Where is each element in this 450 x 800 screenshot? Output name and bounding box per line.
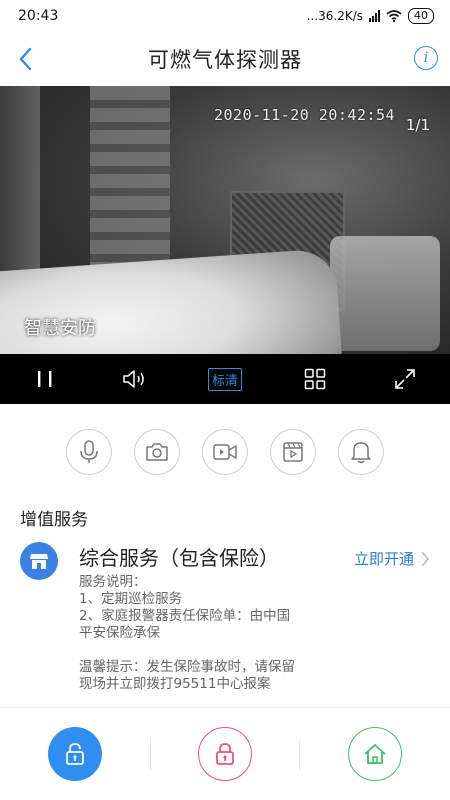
signal-icon <box>369 10 380 22</box>
screenshot-button[interactable] <box>134 429 180 475</box>
wifi-icon <box>386 10 402 22</box>
desc-line: 服务说明： <box>79 574 147 590</box>
desc-line: 平安保险承保 <box>79 625 160 641</box>
fullscreen-button[interactable] <box>375 354 435 404</box>
chevron-left-icon <box>19 47 32 71</box>
service-card: 综合服务（包含保险） 立即开通 服务说明： 1、定期巡检服务 2、家庭报警器责任… <box>0 534 450 704</box>
fullscreen-icon <box>395 369 415 389</box>
volume-icon <box>123 370 144 388</box>
title-bar: 可燃气体探测器 i <box>0 32 450 86</box>
video-watermark: 智慧安防 <box>24 318 96 339</box>
desc-line: 2、家庭报警器责任保险单：由中国 <box>79 608 291 624</box>
service-name: 综合服务（包含保险） <box>79 546 279 570</box>
activate-label: 立即开通 <box>353 550 414 568</box>
video-scene-box <box>330 236 440 351</box>
playback-icon <box>283 442 303 462</box>
quality-button[interactable]: 标清 <box>195 354 255 404</box>
lock-arm-icon <box>216 743 234 765</box>
camera-icon <box>146 443 168 461</box>
desc-line: 现场并立即拨打95511中心报案 <box>79 676 271 692</box>
info-icon: i <box>423 50 429 66</box>
video-record-icon <box>213 444 237 460</box>
battery-indicator: 40 <box>408 8 434 24</box>
desc-line: 温馨提示：发生保险事故时，请保留 <box>79 659 295 675</box>
bell-icon <box>351 442 371 464</box>
service-description: 服务说明： 1、定期巡检服务 2、家庭报警器责任保险单：由中国 平安保险承保 温… <box>79 574 349 693</box>
activate-button[interactable]: 立即开通 <box>354 548 430 569</box>
arm-button[interactable] <box>198 727 252 781</box>
page-title: 可燃气体探测器 <box>148 48 302 72</box>
lock-disarm-icon <box>66 743 84 765</box>
status-indicators: ...36.2K/s 40 <box>307 8 434 24</box>
pause-button[interactable] <box>15 354 75 404</box>
section-title: 增值服务 <box>20 510 88 530</box>
playback-button[interactable] <box>270 429 316 475</box>
video-scene-shelf <box>0 86 40 286</box>
home-mode-button[interactable] <box>348 727 402 781</box>
video-timestamp: 2020-11-20 20:42:54 <box>214 106 396 124</box>
volume-button[interactable] <box>105 354 165 404</box>
player-controls: 标清 <box>0 354 450 404</box>
microphone-icon <box>80 440 98 463</box>
back-button[interactable] <box>8 42 42 76</box>
talk-button[interactable] <box>66 429 112 475</box>
info-button[interactable]: i <box>414 46 438 70</box>
desc-line: 1、定期巡检服务 <box>79 591 183 607</box>
store-icon <box>20 542 58 580</box>
status-time: 20:43 <box>18 8 59 24</box>
bottom-bar <box>0 708 450 800</box>
grid-icon <box>304 368 326 390</box>
status-bar: 20:43 ...36.2K/s 40 <box>0 0 450 32</box>
pause-icon <box>38 371 52 387</box>
network-speed: ...36.2K/s <box>306 9 363 23</box>
chevron-right-icon <box>421 550 430 567</box>
quality-label: 标清 <box>207 367 242 391</box>
layout-button[interactable] <box>285 354 345 404</box>
record-button[interactable] <box>202 429 248 475</box>
alarm-button[interactable] <box>338 429 384 475</box>
video-page-indicator: 1/1 <box>405 116 430 134</box>
home-icon <box>364 744 386 764</box>
action-buttons <box>0 404 450 500</box>
disarm-button[interactable] <box>48 727 102 781</box>
camera-video-feed[interactable]: 2020-11-20 20:42:54 1/1 智慧安防 <box>0 86 450 354</box>
desc-gap <box>79 642 349 659</box>
